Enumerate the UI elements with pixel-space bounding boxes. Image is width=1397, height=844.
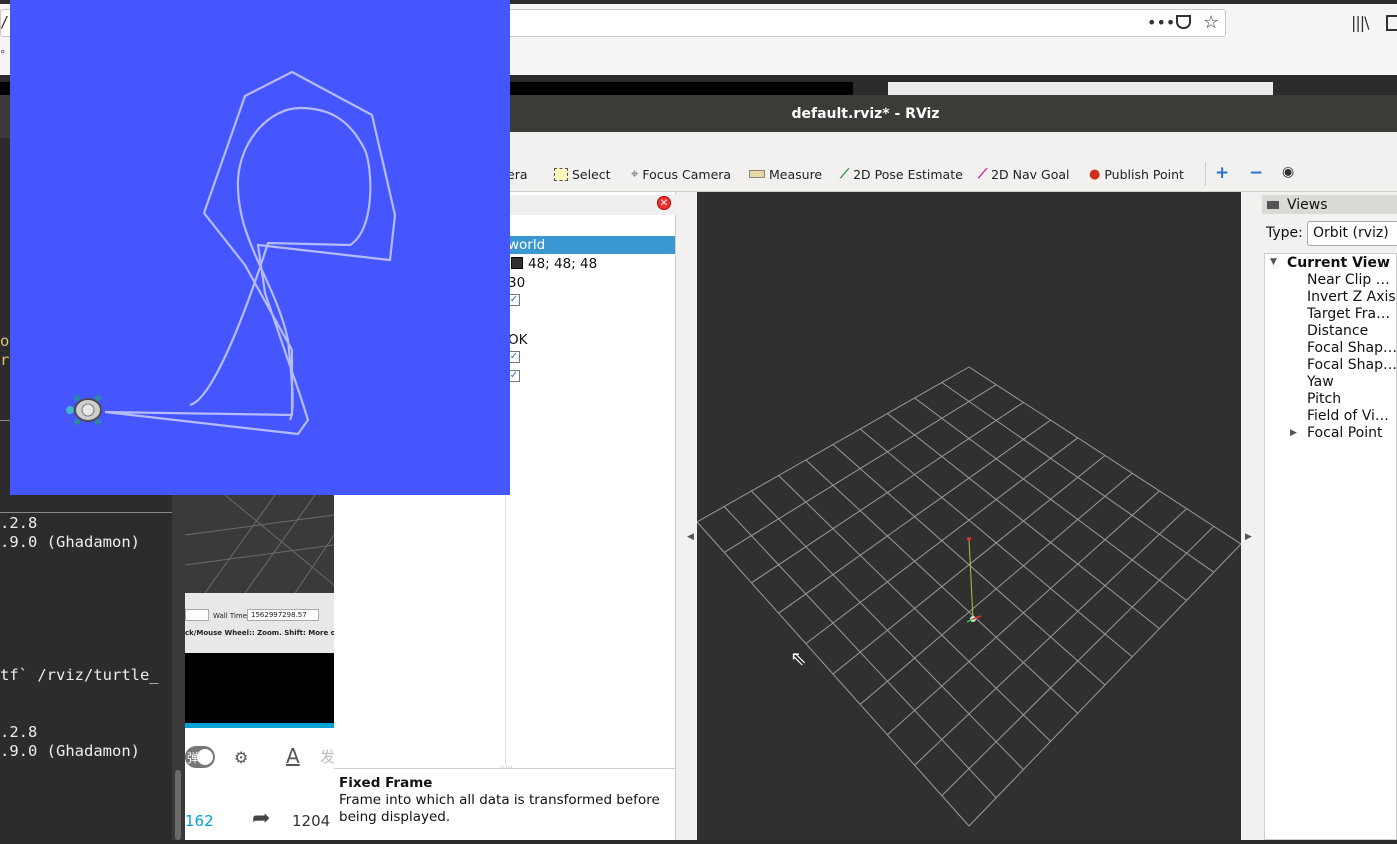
danmaku-settings-icon[interactable]: ⚙ (234, 748, 248, 767)
splitter-grip[interactable]: ····· (500, 763, 513, 772)
share-count: 1204 (292, 812, 331, 830)
move-camera-tool[interactable]: era (507, 165, 528, 183)
scrollbar-thumb[interactable] (175, 770, 181, 840)
mouse-cursor-icon: ⇖ (790, 646, 807, 670)
views-title: Views (1287, 196, 1328, 213)
terminal-upper (0, 95, 10, 495)
more-icon[interactable]: ••• (1147, 13, 1175, 32)
page-banner-light (888, 82, 1273, 95)
terminal-line: .2.8 (0, 723, 38, 741)
terminal-divider (0, 420, 10, 421)
mouse-hint: ck/Mouse Wheel:: Zoom. Shift: More optio… (185, 629, 357, 637)
wall-time-label: Wall Time: (213, 612, 250, 620)
toggle-knob (197, 749, 213, 765)
focal-point-item[interactable]: Focal Point (1307, 425, 1383, 441)
pocket-icon[interactable] (1176, 15, 1191, 29)
color-swatch[interactable] (511, 257, 523, 269)
fixed-frame-value[interactable]: world (508, 237, 545, 253)
expand-right-icon[interactable]: ▶ (1290, 428, 1297, 438)
sidebar-icon[interactable] (1386, 15, 1397, 31)
send-danmaku-placeholder[interactable]: 发 (320, 746, 335, 767)
nav-goal-label: 2D Nav Goal (991, 166, 1070, 182)
select-icon (554, 167, 568, 181)
terminal-partial-text: r (0, 351, 10, 369)
collapse-left-icon[interactable]: ◀ (687, 532, 694, 542)
focus-camera-label: Focus Camera (642, 166, 732, 182)
measure-label: Measure (769, 166, 823, 182)
remove-tool-icon[interactable]: − (1249, 163, 1263, 183)
background-status-bar: Wall Time: 1562997298.57 ck/Mouse Wheel:… (185, 593, 356, 653)
bookmark-star-icon[interactable]: ☆ (1203, 12, 1219, 33)
stat-count: 162 (185, 812, 214, 830)
publish-point-tool[interactable]: ● Publish Point (1089, 165, 1184, 183)
pose-estimate-label: 2D Pose Estimate (853, 166, 963, 182)
terminal-line: .9.0 (Ghadamon) (0, 533, 140, 551)
turtle-icon (66, 395, 102, 425)
pose-estimate-tool[interactable]: ⟋ 2D Pose Estimate (840, 165, 963, 183)
turtlesim-window[interactable] (10, 0, 510, 495)
add-tool-icon[interactable]: + (1215, 163, 1229, 183)
view-property[interactable]: Focal Shap… (1307, 340, 1397, 356)
view-type-select[interactable]: Orbit (rviz) (1307, 221, 1397, 246)
view-property[interactable]: Focal Shap… (1307, 357, 1397, 373)
expand-down-icon[interactable]: ▼ (1270, 257, 1277, 267)
views-header: Views (1262, 195, 1397, 214)
progress-strip (185, 723, 334, 728)
view-property[interactable]: Yaw (1307, 374, 1334, 390)
browser-sub-text: ° (0, 48, 6, 61)
view-property[interactable]: Invert Z Axis (1307, 289, 1396, 305)
terminal-upper-header (0, 95, 10, 138)
wall-time-field: 1562997298.57 (247, 609, 319, 621)
left-splitter[interactable] (676, 192, 697, 840)
select-tool[interactable]: Select (554, 165, 611, 183)
view-property[interactable]: Distance (1307, 323, 1368, 339)
trail-inner (189, 106, 372, 421)
terminal-divider (0, 512, 172, 513)
help-text: Frame into which all data is transformed… (339, 792, 660, 825)
terminal-line: tf` /rviz/turtle_ (0, 666, 159, 684)
eye-icon[interactable]: ◉ (1282, 164, 1294, 180)
terminal-line: .2.8 (0, 514, 38, 532)
trail-outer (104, 70, 397, 436)
toolbar-separator (1205, 162, 1206, 186)
status-value: OK (508, 332, 528, 348)
green-arrow-icon: ⟋ (840, 166, 850, 182)
terminal-line: .9.0 (Ghadamon) (0, 742, 140, 760)
frame-rate-value[interactable]: 30 (508, 275, 525, 291)
help-title: Fixed Frame (339, 775, 433, 791)
collapse-right-icon[interactable]: ▶ (1245, 532, 1252, 542)
nav-goal-tool[interactable]: ⟋ 2D Nav Goal (978, 165, 1070, 183)
right-splitter[interactable] (1241, 192, 1262, 840)
view-property[interactable]: Pitch (1307, 391, 1341, 407)
publish-point-label: Publish Point (1104, 166, 1184, 182)
terminal-partial-text: o (0, 332, 10, 350)
ruler-icon (749, 170, 765, 178)
move-camera-label: era (507, 166, 528, 182)
current-view-item[interactable]: Current View (1287, 255, 1390, 271)
focus-camera-icon: ⌖ (631, 166, 639, 182)
video-player (185, 653, 334, 725)
tf-link-line (968, 538, 974, 620)
background-grid-image (185, 495, 334, 593)
view-property[interactable]: Target Fra… (1307, 306, 1390, 322)
close-icon[interactable]: ✕ (657, 196, 671, 210)
measure-tool[interactable]: Measure (749, 165, 822, 183)
view-property[interactable]: Near Clip … (1307, 272, 1390, 288)
library-icon[interactable]: |||\ (1351, 13, 1370, 32)
share-icon[interactable]: ➦ (252, 806, 270, 831)
danmaku-toggle[interactable]: 弹 (185, 746, 215, 768)
magenta-arrow-icon: ⟋ (978, 166, 988, 182)
text-style-icon[interactable]: A (286, 744, 300, 768)
type-label: Type: (1266, 225, 1303, 241)
view-property[interactable]: Field of Vi… (1307, 408, 1389, 424)
tf-frame-marker (967, 537, 971, 541)
time-field (185, 609, 209, 621)
focus-camera-tool[interactable]: ⌖ Focus Camera (631, 165, 731, 183)
select-label: Select (572, 166, 611, 182)
background-color-value[interactable]: 48; 48; 48 (528, 256, 597, 272)
map-pin-icon: ● (1089, 166, 1101, 182)
camera-icon (1267, 200, 1279, 209)
3d-render-view[interactable]: ⇖ (696, 192, 1242, 840)
